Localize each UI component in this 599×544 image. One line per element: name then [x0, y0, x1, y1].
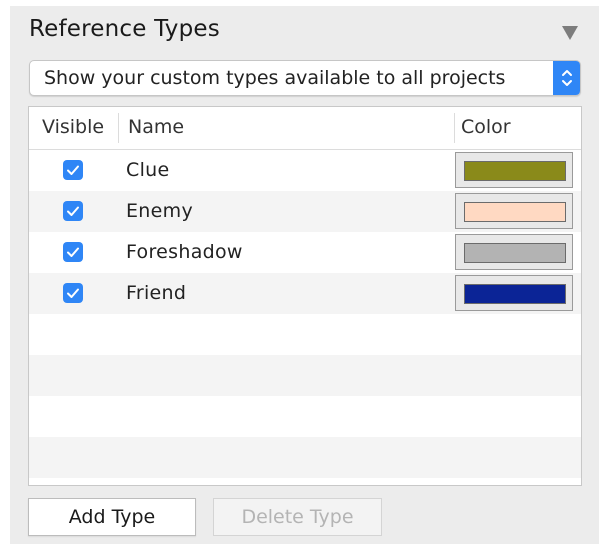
table-header: Visible Name Color — [29, 107, 581, 150]
color-well[interactable] — [455, 275, 573, 311]
table-row[interactable]: Clue — [29, 150, 581, 191]
empty-row — [29, 396, 581, 437]
scope-popup[interactable]: Show your custom types available to all … — [29, 60, 581, 96]
visible-checkbox[interactable] — [63, 283, 83, 303]
color-swatch — [464, 202, 566, 222]
column-divider — [118, 113, 119, 143]
reference-types-panel: Reference Types Show your custom types a… — [10, 6, 599, 544]
delete-type-button[interactable]: Delete Type — [213, 498, 382, 536]
column-header-visible[interactable]: Visible — [42, 116, 104, 138]
reference-types-table: Visible Name Color Clue Enemy Foreshadow… — [28, 106, 582, 486]
checkmark-icon — [67, 165, 79, 175]
color-swatch — [464, 243, 566, 263]
color-swatch — [464, 284, 566, 304]
empty-row — [29, 437, 581, 478]
column-divider — [454, 113, 455, 143]
color-well[interactable] — [455, 152, 573, 188]
visible-checkbox[interactable] — [63, 242, 83, 262]
checkmark-icon — [67, 206, 79, 216]
disclosure-triangle-icon[interactable] — [562, 26, 578, 40]
type-name: Friend — [126, 282, 187, 304]
up-down-chevron-icon[interactable] — [553, 61, 580, 95]
color-swatch — [464, 161, 566, 181]
table-row[interactable]: Foreshadow — [29, 232, 581, 273]
table-row[interactable]: Enemy — [29, 191, 581, 232]
column-header-color[interactable]: Color — [461, 116, 511, 138]
empty-row — [29, 314, 581, 355]
type-name: Foreshadow — [126, 241, 243, 263]
color-well[interactable] — [455, 234, 573, 270]
type-name: Clue — [126, 159, 170, 181]
empty-row — [29, 355, 581, 396]
color-well[interactable] — [455, 193, 573, 229]
visible-checkbox[interactable] — [63, 160, 83, 180]
type-name: Enemy — [126, 200, 193, 222]
checkmark-icon — [67, 247, 79, 257]
panel-title: Reference Types — [29, 16, 220, 42]
checkmark-icon — [67, 288, 79, 298]
visible-checkbox[interactable] — [63, 201, 83, 221]
scope-popup-label: Show your custom types available to all … — [44, 67, 506, 89]
column-header-name[interactable]: Name — [128, 116, 184, 138]
add-type-button[interactable]: Add Type — [28, 498, 196, 536]
table-row[interactable]: Friend — [29, 273, 581, 314]
